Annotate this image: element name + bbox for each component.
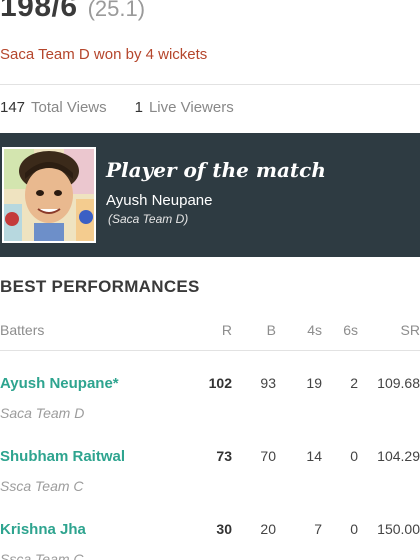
batter-team: Ssca Team C — [0, 551, 84, 560]
batter-name[interactable]: Krishna Jha — [0, 521, 86, 538]
views-bar: 147 Total Views 1 Live Viewers — [0, 99, 234, 116]
live-viewers-label: Live Viewers — [148, 99, 234, 116]
batter-balls: 20 — [260, 521, 276, 537]
batter-fours: 7 — [314, 521, 322, 537]
batter-balls: 93 — [260, 375, 276, 391]
batter-fours: 14 — [306, 448, 322, 464]
table-row: Ayush Neupane* Saca Team D 102 93 19 2 1… — [0, 375, 420, 435]
batter-name[interactable]: Shubham Raitwal — [0, 448, 125, 465]
player-avatar[interactable] — [2, 147, 96, 243]
table-row: Krishna Jha Ssca Team C 30 20 7 0 150.00 — [0, 521, 420, 560]
batter-fours: 19 — [306, 375, 322, 391]
total-views-count: 147 — [0, 99, 26, 116]
table-row: Shubham Raitwal Ssca Team C 73 70 14 0 1… — [0, 448, 420, 508]
batter-runs: 73 — [216, 448, 232, 464]
player-of-match-title: Player of the match — [106, 158, 326, 182]
total-views-label: Total Views — [31, 99, 107, 116]
divider — [0, 84, 420, 85]
header-batters: Batters — [0, 322, 45, 338]
header-fours: 4s — [307, 322, 322, 338]
batter-balls: 70 — [260, 448, 276, 464]
batter-name[interactable]: Ayush Neupane* — [0, 375, 119, 392]
batter-runs: 102 — [208, 375, 232, 391]
match-overs: (25.1) — [87, 0, 146, 21]
match-result: Saca Team D won by 4 wickets — [0, 46, 208, 63]
best-performances-title: BEST PERFORMANCES — [0, 277, 200, 296]
match-score: 198/6 — [0, 0, 78, 23]
batter-team: Ssca Team C — [0, 478, 84, 494]
player-of-match-team: (Saca Team D) — [108, 212, 189, 226]
score-header: 198/6 (25.1) — [0, 0, 145, 30]
batter-runs: 30 — [216, 521, 232, 537]
live-viewers-count: 1 — [134, 99, 143, 116]
batter-strike-rate: 150.00 — [377, 521, 420, 537]
divider — [0, 350, 420, 351]
player-of-match-name[interactable]: Ayush Neupane — [106, 192, 212, 209]
header-balls: B — [266, 322, 276, 338]
batter-team: Saca Team D — [0, 405, 85, 421]
header-strike-rate: SR — [400, 322, 420, 338]
batter-strike-rate: 104.29 — [377, 448, 420, 464]
header-runs: R — [221, 322, 232, 338]
batter-strike-rate: 109.68 — [377, 375, 420, 391]
